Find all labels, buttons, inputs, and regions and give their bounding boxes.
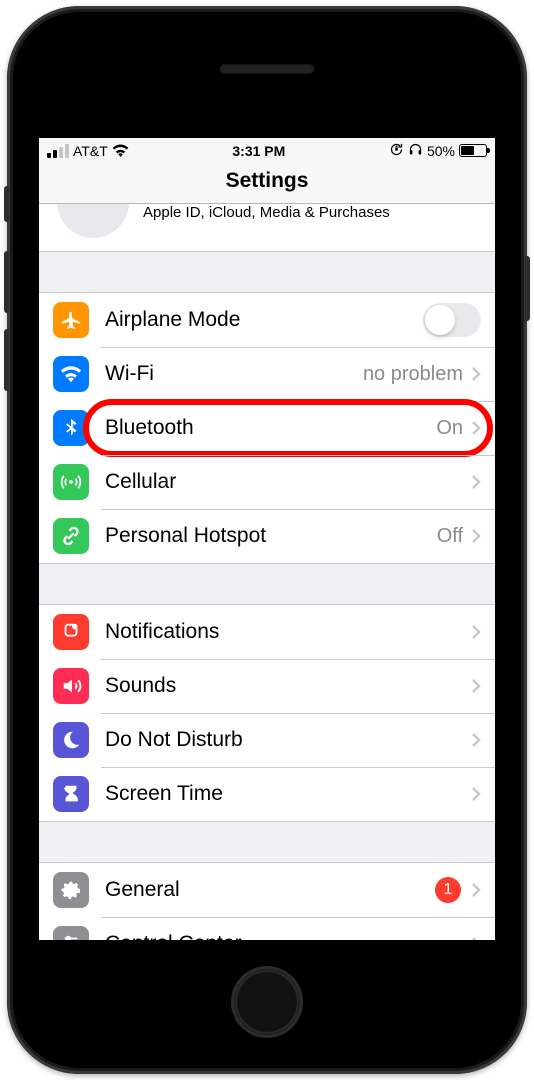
clock: 3:31 PM bbox=[232, 143, 285, 159]
sliders-icon bbox=[53, 926, 89, 940]
chevron-icon bbox=[471, 624, 481, 640]
airplane-icon bbox=[53, 302, 89, 338]
settings-group: Notifications Sounds Do Not Disturb Scre… bbox=[39, 604, 495, 822]
hourglass-icon bbox=[53, 776, 89, 812]
row-control-center[interactable]: Control Center bbox=[39, 917, 495, 940]
do-not-disturb-label: Do Not Disturb bbox=[105, 728, 471, 752]
screen-time-label: Screen Time bbox=[105, 782, 471, 806]
control-center-label: Control Center bbox=[105, 932, 471, 940]
chevron-icon bbox=[471, 366, 481, 382]
status-bar: AT&T 3:31 PM 50% bbox=[39, 138, 495, 163]
battery-pct-label: 50% bbox=[427, 143, 455, 159]
chevron-icon bbox=[471, 732, 481, 748]
chevron-icon bbox=[471, 420, 481, 436]
chevron-icon bbox=[471, 528, 481, 544]
row-cellular[interactable]: Cellular bbox=[39, 455, 495, 509]
avatar bbox=[57, 204, 129, 238]
row-screen-time[interactable]: Screen Time bbox=[39, 767, 495, 821]
antenna-icon bbox=[53, 464, 89, 500]
screen: AT&T 3:31 PM 50% bbox=[39, 138, 495, 940]
speaker-grill bbox=[220, 64, 315, 74]
chevron-icon bbox=[471, 936, 481, 940]
row-sounds[interactable]: Sounds bbox=[39, 659, 495, 713]
row-wi-fi[interactable]: Wi-Fi no problem bbox=[39, 347, 495, 401]
carrier-label: AT&T bbox=[73, 143, 108, 159]
orientation-lock-icon bbox=[389, 142, 404, 160]
navbar: Settings bbox=[39, 163, 495, 204]
link-icon bbox=[53, 518, 89, 554]
mute-switch bbox=[4, 186, 9, 222]
settings-group: Airplane Mode Wi-Fi no problem Bluetooth… bbox=[39, 292, 495, 564]
general-badge: 1 bbox=[435, 877, 461, 903]
speaker-icon bbox=[53, 668, 89, 704]
row-notifications[interactable]: Notifications bbox=[39, 605, 495, 659]
bluetooth-value: On bbox=[436, 417, 463, 440]
phone-bezel: AT&T 3:31 PM 50% bbox=[13, 12, 521, 1068]
notifications-label: Notifications bbox=[105, 620, 471, 644]
chevron-icon bbox=[471, 786, 481, 802]
row-do-not-disturb[interactable]: Do Not Disturb bbox=[39, 713, 495, 767]
sounds-label: Sounds bbox=[105, 674, 471, 698]
page-title: Settings bbox=[39, 169, 495, 193]
volume-up-button bbox=[4, 251, 9, 313]
phone-frame: AT&T 3:31 PM 50% bbox=[7, 6, 527, 1074]
airplane-mode-toggle[interactable] bbox=[423, 303, 481, 337]
volume-down-button bbox=[4, 329, 9, 391]
cellular-label: Cellular bbox=[105, 470, 471, 494]
wi-fi-value: no problem bbox=[363, 363, 463, 386]
chevron-icon bbox=[471, 678, 481, 694]
personal-hotspot-label: Personal Hotspot bbox=[105, 524, 437, 548]
personal-hotspot-value: Off bbox=[437, 525, 463, 548]
home-button[interactable] bbox=[231, 966, 303, 1038]
gear-icon bbox=[53, 872, 89, 908]
power-button bbox=[525, 256, 530, 321]
row-personal-hotspot[interactable]: Personal Hotspot Off bbox=[39, 509, 495, 563]
bell-icon bbox=[53, 614, 89, 650]
bluetooth-icon bbox=[53, 410, 89, 446]
wifi-icon bbox=[112, 144, 129, 157]
chevron-icon bbox=[471, 882, 481, 898]
bluetooth-label: Bluetooth bbox=[105, 416, 436, 440]
apple-id-row[interactable]: Apple ID, iCloud, Media & Purchases bbox=[39, 204, 495, 252]
wi-fi-label: Wi-Fi bbox=[105, 362, 363, 386]
row-general[interactable]: General 1 bbox=[39, 863, 495, 917]
general-label: General bbox=[105, 878, 435, 902]
row-airplane-mode[interactable]: Airplane Mode bbox=[39, 293, 495, 347]
wifi-icon bbox=[53, 356, 89, 392]
signal-icon bbox=[47, 144, 69, 158]
airplane-mode-label: Airplane Mode bbox=[105, 308, 423, 332]
apple-id-subtitle: Apple ID, iCloud, Media & Purchases bbox=[143, 204, 390, 221]
row-bluetooth[interactable]: Bluetooth On bbox=[39, 401, 495, 455]
battery-icon bbox=[459, 144, 487, 157]
settings-group: General 1 Control Center bbox=[39, 862, 495, 940]
headphones-icon bbox=[408, 142, 423, 160]
settings-scroll[interactable]: Apple ID, iCloud, Media & Purchases Airp… bbox=[39, 204, 495, 940]
moon-icon bbox=[53, 722, 89, 758]
chevron-icon bbox=[471, 474, 481, 490]
